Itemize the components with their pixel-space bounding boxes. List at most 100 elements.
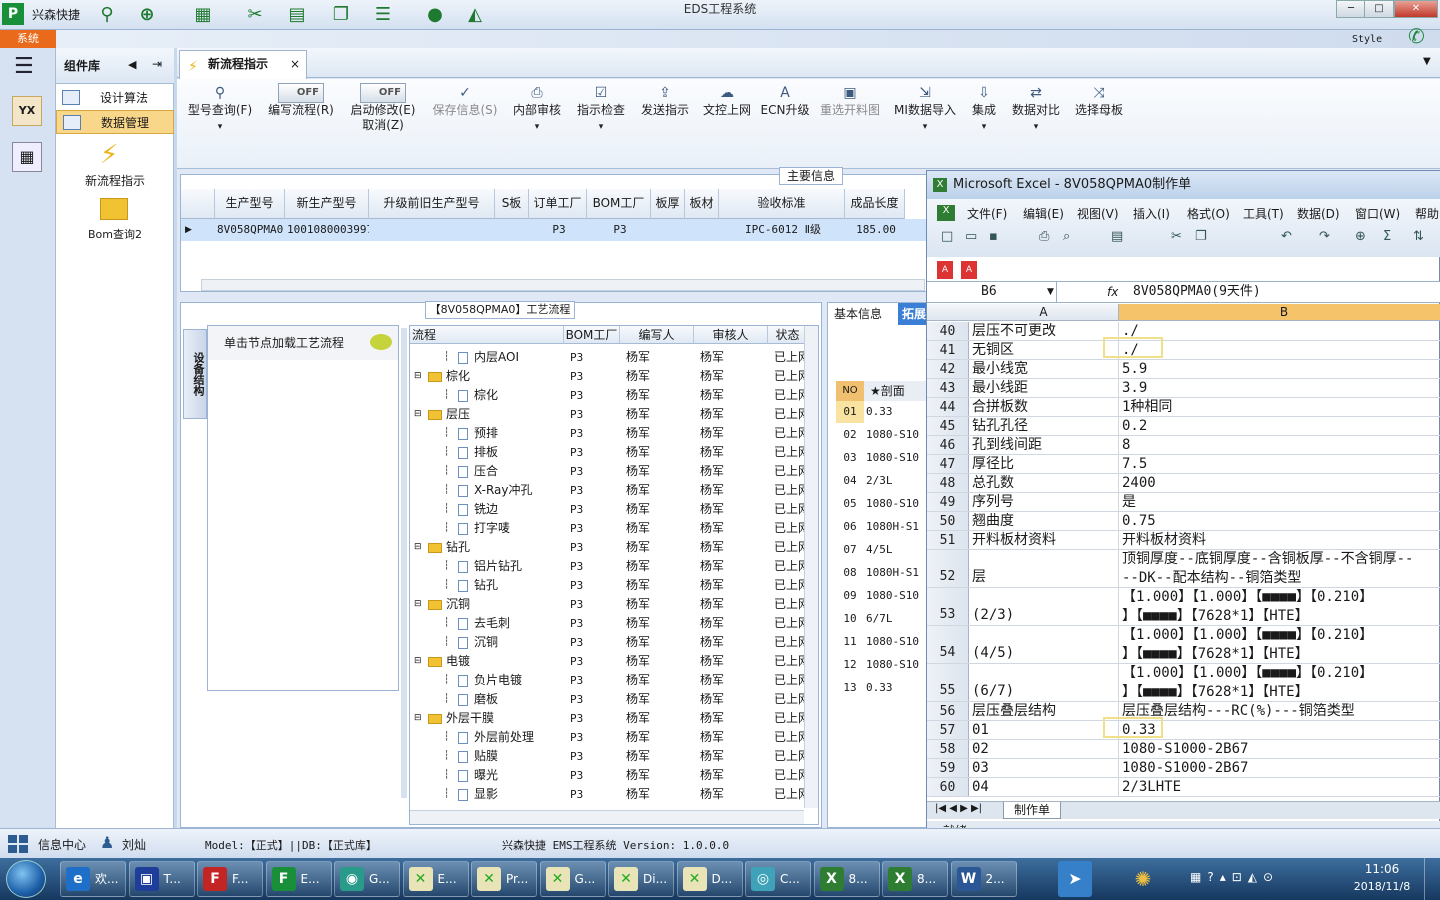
row-number[interactable]: 09 bbox=[836, 585, 864, 607]
row-number[interactable]: 49 bbox=[927, 493, 969, 511]
table-cell[interactable] bbox=[653, 220, 685, 240]
expand-icon[interactable]: ⊟ bbox=[414, 652, 422, 671]
cell-b[interactable]: 0.2 bbox=[1119, 417, 1440, 435]
excel-menu-item[interactable]: 窗口(W) bbox=[1355, 205, 1400, 222]
tile-bom-query[interactable]: Bom查询2 bbox=[56, 226, 174, 242]
expand-icon[interactable]: ⊟ bbox=[414, 709, 422, 728]
tree-row[interactable]: ┆ 外层前处理 P3 杨军 杨军 已上网 bbox=[410, 728, 818, 747]
maximize-button[interactable]: □ bbox=[1364, 0, 1394, 18]
column-a-header[interactable]: A bbox=[969, 304, 1119, 320]
style-label[interactable]: Style bbox=[1352, 34, 1382, 45]
cell-b[interactable]: 0.75 bbox=[1119, 512, 1440, 530]
excel-menu-item[interactable]: 数据(D) bbox=[1297, 205, 1340, 222]
taskbar-button[interactable]: ▣ T... bbox=[128, 861, 195, 897]
close-tab-icon[interactable]: × bbox=[290, 51, 300, 77]
sheet-row[interactable]: 57 01 0.33 bbox=[927, 717, 1440, 740]
tree-node[interactable]: 钻孔 bbox=[458, 576, 498, 595]
row-number[interactable]: 40 bbox=[927, 322, 969, 340]
cell-b[interactable]: 8 bbox=[1119, 436, 1440, 454]
column-header[interactable]: 升级前旧生产型号 bbox=[369, 189, 495, 219]
column-header[interactable]: 板厚 bbox=[651, 189, 685, 219]
cell-b[interactable]: 【1.000】【1.000】【■■■■】【0.210】 】【■■■■】【7628*… bbox=[1119, 626, 1440, 663]
tree-node[interactable]: 磨板 bbox=[458, 690, 498, 709]
copy-icon[interactable]: ❐ bbox=[1195, 229, 1207, 244]
tree-row[interactable]: ┆ 曝光 P3 杨军 杨军 已上网 bbox=[410, 766, 818, 785]
table-cell[interactable]: P3 bbox=[589, 220, 651, 240]
print-icon[interactable]: ⎙ bbox=[1039, 229, 1049, 244]
new-icon[interactable]: □ bbox=[941, 229, 953, 244]
ecn-upgrade-button[interactable]: A ECN升级 bbox=[759, 83, 811, 165]
taskbar-button[interactable]: ◉ G... bbox=[334, 861, 400, 897]
model-query-button[interactable]: ⚲ 型号查询(F) ▾ bbox=[181, 83, 259, 165]
tree-node[interactable]: 铣边 bbox=[458, 500, 498, 519]
taskbar-button[interactable]: ✕ G... bbox=[539, 861, 606, 897]
save-info-button[interactable]: ✓ 保存信息(S) bbox=[427, 83, 503, 165]
tree-row[interactable]: ⊟ 外层干膜 P3 杨军 杨军 已上网 bbox=[410, 709, 818, 728]
folder-icon[interactable] bbox=[100, 198, 128, 220]
side-tab-device[interactable]: 设备结构 bbox=[183, 329, 207, 419]
section-value[interactable]: 2/3L bbox=[866, 470, 928, 492]
excel-menu-item[interactable]: 文件(F) bbox=[967, 205, 1007, 222]
row-number[interactable]: 54 bbox=[927, 626, 969, 663]
cell-a[interactable]: 03 bbox=[969, 759, 1119, 777]
row-number[interactable]: 12 bbox=[836, 654, 864, 676]
paste-icon[interactable]: ▤ bbox=[1111, 229, 1123, 244]
taskbar-button[interactable]: ✕ Di... bbox=[608, 861, 674, 897]
section-value[interactable]: 1080-S10 bbox=[866, 493, 928, 515]
section-value[interactable]: 0.33 bbox=[866, 677, 928, 699]
tree-node[interactable]: 贴膜 bbox=[458, 747, 498, 766]
column-header[interactable]: 成品长度 bbox=[845, 189, 905, 219]
taskbar-button[interactable]: X 8... bbox=[813, 861, 880, 897]
row-number[interactable]: 10 bbox=[836, 608, 864, 630]
excel-menu-item[interactable]: 帮助 bbox=[1415, 205, 1439, 222]
tree-row[interactable]: ┆ 负片电镀 P3 杨军 杨军 已上网 bbox=[410, 671, 818, 690]
cell-a[interactable]: 层压不可更改 bbox=[969, 322, 1119, 340]
tree-node[interactable]: 层压 bbox=[428, 405, 470, 424]
tree-row[interactable]: ⊟ 电镀 P3 杨军 杨军 已上网 bbox=[410, 652, 818, 671]
excel-doc-icon[interactable]: X bbox=[937, 205, 955, 221]
shell-icon[interactable]: ✺ bbox=[1126, 861, 1160, 897]
section-value[interactable]: 1080H-S1 bbox=[866, 516, 928, 538]
taskbar-button[interactable]: ✕ D... bbox=[676, 861, 743, 897]
taskbar-button[interactable]: ✕ E... bbox=[402, 861, 469, 897]
tree-row[interactable]: ┆ 内层AOI P3 杨军 杨军 已上网 bbox=[410, 348, 818, 367]
taskbar-button[interactable]: F E... bbox=[265, 861, 332, 897]
row-number[interactable]: 11 bbox=[836, 631, 864, 653]
integrate-button[interactable]: ⇩ 集成 ▾ bbox=[965, 83, 1003, 165]
cell-b[interactable]: 0.33 bbox=[1119, 721, 1440, 739]
tree-node[interactable]: X-Ray冲孔 bbox=[458, 481, 532, 500]
tree-row[interactable]: ⊟ 钻孔 P3 杨军 杨军 已上网 bbox=[410, 538, 818, 557]
tree-node[interactable]: 棕化 bbox=[458, 386, 498, 405]
tray-icons[interactable]: ▦?▴⊡◭⊙ bbox=[1190, 870, 1279, 884]
cell-a[interactable]: 无铜区 bbox=[969, 341, 1119, 359]
tree-node[interactable]: 铝片钻孔 bbox=[458, 557, 522, 576]
redo-icon[interactable]: ↷ bbox=[1319, 229, 1330, 244]
row-number[interactable]: 57 bbox=[927, 721, 969, 739]
tree-row[interactable]: ┆ 去毛刺 P3 杨军 杨军 已上网 bbox=[410, 614, 818, 633]
tab-extend[interactable]: 拓展 bbox=[898, 303, 928, 325]
sheet-row[interactable]: 50 翘曲度 0.75 bbox=[927, 512, 1440, 531]
sheet-row[interactable]: 42 最小线宽 5.9 bbox=[927, 360, 1440, 379]
factory-icon[interactable]: YX bbox=[12, 96, 42, 126]
cut-icon[interactable]: ✂ bbox=[1171, 229, 1182, 244]
cell-b[interactable]: 7.5 bbox=[1119, 455, 1440, 473]
taskbar-button[interactable]: ◎ C... bbox=[745, 861, 811, 897]
taskbar-button[interactable]: e 欢... bbox=[60, 861, 126, 897]
sheet-row[interactable]: 46 孔到线间距 8 bbox=[927, 436, 1440, 455]
row-number[interactable]: 07 bbox=[836, 539, 864, 561]
row-number[interactable]: 55 bbox=[927, 664, 969, 701]
column-header[interactable]: 订单工厂 bbox=[529, 189, 587, 219]
column-header[interactable]: BOM工厂 bbox=[587, 189, 651, 219]
tree-node[interactable]: 显影 bbox=[458, 785, 498, 804]
menu-icon[interactable]: ☰ bbox=[14, 54, 34, 79]
sheet-row[interactable]: 60 04 2/3LHTE bbox=[927, 778, 1440, 797]
row-number[interactable]: 50 bbox=[927, 512, 969, 530]
fx-icon[interactable]: fx bbox=[1107, 282, 1118, 302]
system-tab[interactable]: 系统 bbox=[0, 30, 56, 48]
cell-a[interactable]: 序列号 bbox=[969, 493, 1119, 511]
cell-b[interactable]: ./ bbox=[1119, 322, 1440, 340]
cell-a[interactable]: 02 bbox=[969, 740, 1119, 758]
sheet-row[interactable]: 43 最小线距 3.9 bbox=[927, 379, 1440, 398]
taskbar-button[interactable]: W 2... bbox=[950, 861, 1017, 897]
tree-column-header[interactable]: 状态 bbox=[768, 326, 808, 344]
